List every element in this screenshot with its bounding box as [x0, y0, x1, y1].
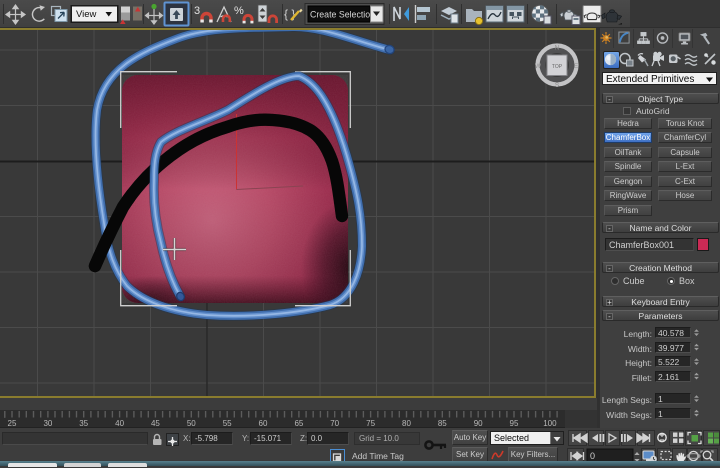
svg-text:N: N [555, 45, 560, 52]
svg-text:Create Selectio: Create Selectio [310, 10, 370, 20]
svg-text:%: % [234, 5, 244, 17]
svg-text:E: E [574, 63, 579, 70]
svg-text:TOP: TOP [552, 64, 563, 70]
svg-text:3: 3 [194, 5, 200, 17]
svg-text:View: View [76, 9, 97, 20]
svg-text:W: W [535, 63, 542, 70]
svg-text:0: 0 [590, 451, 595, 461]
svg-text:{ }: { } [284, 7, 295, 21]
svg-text:S: S [555, 82, 560, 89]
